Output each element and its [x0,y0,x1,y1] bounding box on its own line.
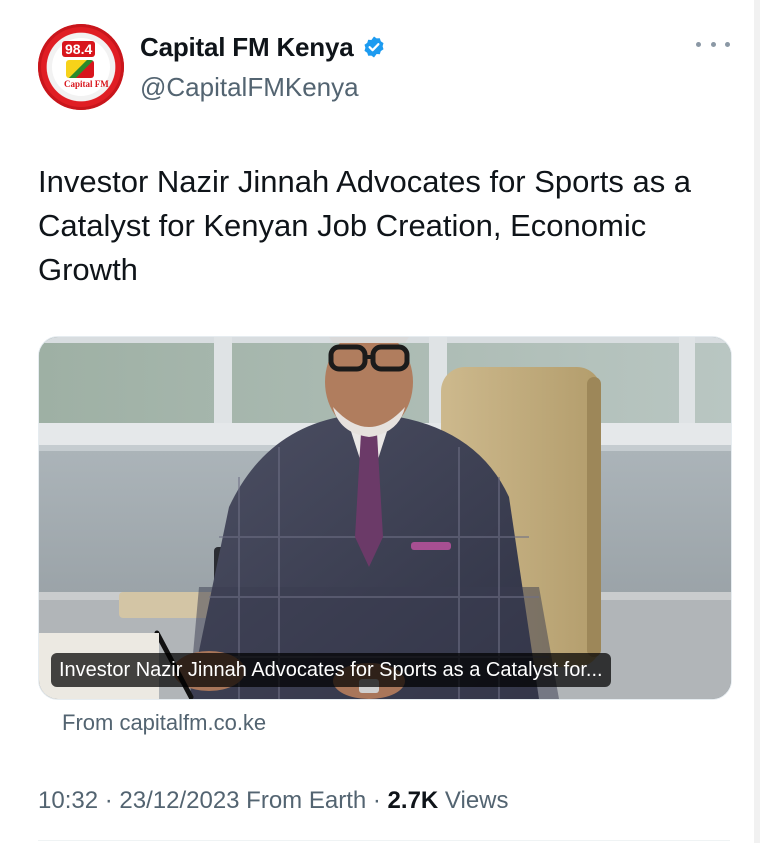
tweet-client: From Earth [239,787,367,814]
more-options-icon[interactable] [696,34,730,54]
views-count[interactable]: 2.7K [388,787,439,814]
more-dot [696,41,701,47]
meta-separator: · [366,787,388,814]
card-photo [39,337,731,699]
tweet-text: Investor Nazir Jinnah Advocates for Spor… [38,164,692,287]
tweet-date[interactable]: 23/12/2023 [119,787,239,814]
tweet-container: 98.4 Capital FM Capital FM Kenya @Capita… [0,0,768,843]
profile-avatar[interactable]: 98.4 Capital FM [38,24,124,110]
avatar-brand: Capital FM [64,79,109,89]
user-handle[interactable]: @CapitalFMKenya [140,70,359,104]
scrollbar[interactable] [754,0,760,843]
more-dot [725,41,730,47]
more-dot [710,41,716,47]
avatar-logo-mark [66,60,94,78]
card-caption[interactable]: Investor Nazir Jinnah Advocates for Spor… [51,653,611,687]
card-source-link[interactable]: From capitalfm.co.ke [62,708,266,738]
divider [38,840,730,841]
display-name-text[interactable]: Capital FM Kenya [140,30,354,64]
link-preview-card[interactable]: Investor Nazir Jinnah Advocates for Spor… [38,336,732,700]
meta-separator: · [98,787,120,814]
display-name[interactable]: Capital FM Kenya [140,30,386,64]
views-label: Views [438,787,509,814]
verified-badge-icon[interactable] [362,35,386,59]
tweet-time[interactable]: 10:32 [38,787,98,814]
tweet-meta: 10:32 · 23/12/2023 From Earth · 2.7K Vie… [38,784,509,818]
avatar-frequency: 98.4 [62,41,96,57]
